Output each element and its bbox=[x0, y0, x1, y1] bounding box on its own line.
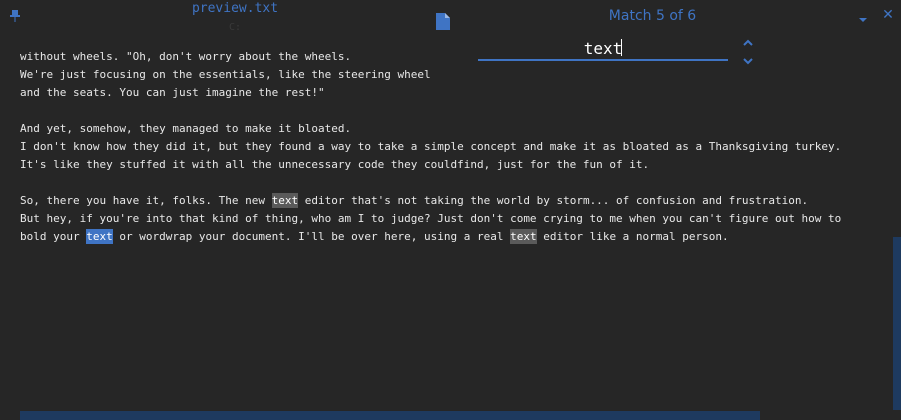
editor-line: So, there you have it, folks. The new te… bbox=[20, 192, 880, 210]
editor-line: It's like they stuffed it with all the u… bbox=[20, 156, 880, 174]
editor-line: I don't know how they did it, but they f… bbox=[20, 138, 880, 156]
editor-line: bold your text or wordwrap your document… bbox=[20, 228, 880, 246]
line-text: I don't know how they did it, but they f… bbox=[20, 140, 842, 153]
line-text: So, there you have it, folks. The new bbox=[20, 194, 272, 207]
editor-line: and the seats. You can just imagine the … bbox=[20, 84, 880, 102]
line-text: bold your bbox=[20, 230, 87, 243]
line-text: without wheels. "Oh, don't worry about t… bbox=[20, 50, 352, 63]
file-title: preview.txt bbox=[191, 1, 279, 16]
current-match-highlight: text bbox=[86, 229, 113, 244]
chevron-down-icon[interactable] bbox=[857, 10, 869, 22]
editor-line: without wheels. "Oh, don't worry about t… bbox=[20, 48, 880, 66]
file-title-block: preview.txt C: bbox=[175, 0, 295, 34]
search-match-highlight: text bbox=[510, 229, 537, 244]
line-text: We're just focusing on the essentials, l… bbox=[20, 68, 431, 81]
document-icon[interactable] bbox=[436, 13, 450, 30]
line-text: and the seats. You can just imagine the … bbox=[20, 86, 325, 99]
line-text: or wordwrap your document. I'll be over … bbox=[112, 230, 511, 243]
vertical-scrollbar-thumb[interactable] bbox=[893, 237, 901, 410]
editor-line: But hey, if you're into that kind of thi… bbox=[20, 210, 880, 228]
horizontal-scrollbar-thumb[interactable] bbox=[20, 411, 760, 420]
pin-icon[interactable] bbox=[9, 9, 21, 23]
file-path: C: bbox=[228, 22, 242, 33]
text-editor[interactable]: without wheels. "Oh, don't worry about t… bbox=[20, 48, 880, 408]
previous-match-button[interactable] bbox=[741, 34, 755, 46]
close-icon[interactable]: ✕ bbox=[881, 8, 895, 22]
line-text: editor like a normal person. bbox=[536, 230, 729, 243]
editor-line: We're just focusing on the essentials, l… bbox=[20, 66, 880, 84]
match-status: Match 5 of 6 bbox=[608, 8, 697, 24]
line-text: editor that's not taking the world by st… bbox=[298, 194, 809, 207]
editor-line: And yet, somehow, they managed to make i… bbox=[20, 120, 880, 138]
line-text: But hey, if you're into that kind of thi… bbox=[20, 212, 842, 225]
title-bar: preview.txt C: Match 5 of 6 ✕ bbox=[0, 0, 901, 40]
line-text: And yet, somehow, they managed to make i… bbox=[20, 122, 352, 135]
search-match-highlight: text bbox=[271, 193, 299, 208]
line-text: It's like they stuffed it with all the u… bbox=[20, 158, 650, 171]
